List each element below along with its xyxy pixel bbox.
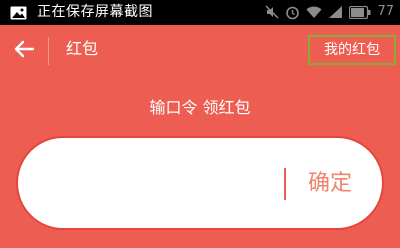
signal-icon [328, 5, 343, 19]
wifi-icon [306, 6, 322, 19]
header-divider [48, 37, 49, 65]
mute-icon [265, 5, 279, 19]
command-input-container: 确定 [16, 136, 384, 230]
battery-icon [349, 5, 371, 19]
arrow-left-icon [14, 40, 35, 62]
battery-percentage: 77 [377, 4, 394, 19]
command-input[interactable] [46, 160, 282, 206]
alarm-icon [285, 5, 300, 20]
status-bar: 正在保存屏幕截图 77 [0, 0, 400, 25]
back-button[interactable] [10, 38, 38, 64]
status-notification-text: 正在保存屏幕截图 [37, 4, 153, 20]
page-title: 红包 [66, 39, 99, 58]
my-red-envelope-button[interactable]: 我的红包 [308, 35, 396, 65]
status-icons: 77 [265, 4, 394, 20]
image-icon [10, 5, 27, 20]
app-header: 红包 我的红包 [0, 25, 400, 75]
confirm-button[interactable]: 确定 [300, 164, 360, 204]
command-prompt-label: 输口令 领红包 [149, 98, 251, 117]
input-divider [284, 168, 286, 200]
